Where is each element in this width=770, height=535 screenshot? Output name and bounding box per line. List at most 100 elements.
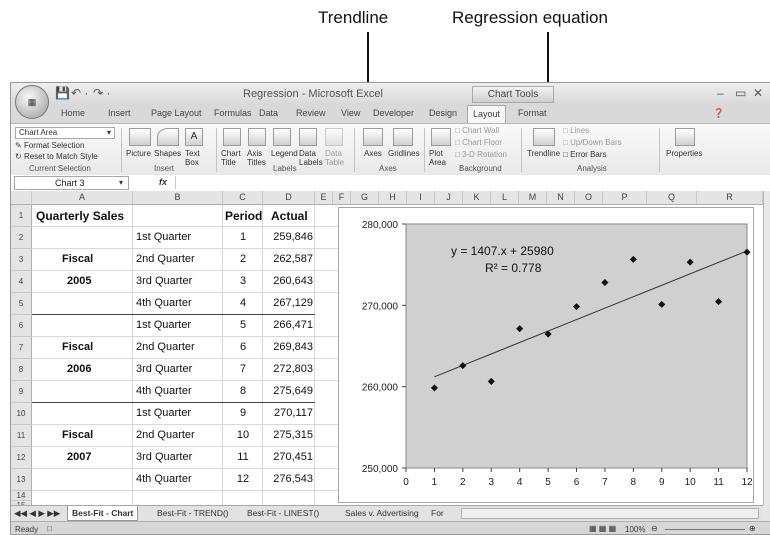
fiscal-year[interactable]: 2005	[67, 275, 91, 287]
column-header[interactable]: F	[333, 191, 351, 205]
view-normal-icon[interactable]: ▦ ▦ ▦	[589, 524, 616, 533]
actual-cell[interactable]: 262,587	[263, 253, 313, 265]
period-cell[interactable]: 1	[223, 231, 263, 243]
select-all-corner[interactable]	[11, 191, 32, 205]
period-cell[interactable]: 3	[223, 275, 263, 287]
data-labels-button[interactable]: Data Labels	[299, 149, 323, 167]
column-header[interactable]: A	[32, 191, 133, 205]
sheet-tab-best-fit-chart[interactable]: Best-Fit - Chart	[67, 506, 139, 521]
shapes-icon[interactable]	[157, 128, 179, 146]
tab-page-layout[interactable]: Page Layout	[151, 108, 202, 118]
fx-icon[interactable]: fx	[159, 177, 167, 187]
column-header[interactable]: P	[603, 191, 647, 205]
close-button[interactable]: ✕	[753, 86, 763, 100]
text-box-button[interactable]: Text Box	[185, 149, 205, 167]
zoom-out-icon[interactable]: ⊖	[651, 524, 658, 533]
column-header[interactable]: I	[407, 191, 435, 205]
picture-icon[interactable]	[129, 128, 151, 146]
data-table-button[interactable]: Data Table	[325, 149, 349, 167]
quarter-cell[interactable]: 3rd Quarter	[136, 275, 192, 287]
header-quarterly-sales[interactable]: Quarterly Sales	[36, 209, 124, 223]
minimize-button[interactable]: –	[717, 86, 724, 100]
column-header[interactable]: C	[223, 191, 263, 205]
chart-floor-button[interactable]: □ Chart Floor	[455, 138, 502, 147]
column-header[interactable]: G	[351, 191, 379, 205]
error-bars-button[interactable]: □ Error Bars	[563, 150, 607, 159]
fiscal-label[interactable]: Fiscal	[62, 341, 93, 353]
column-header[interactable]: O	[575, 191, 603, 205]
period-cell[interactable]: 10	[223, 429, 263, 441]
text-box-icon[interactable]: A	[185, 128, 203, 146]
actual-cell[interactable]: 259,846	[263, 231, 313, 243]
save-icon[interactable]: 💾	[55, 86, 70, 100]
row-header[interactable]: 13	[11, 469, 32, 491]
legend-button[interactable]: Legend	[271, 149, 298, 158]
zoom-in-icon[interactable]: ⊕	[749, 524, 756, 533]
chart-title-button[interactable]: Chart Title	[221, 149, 245, 167]
column-header[interactable]: H	[379, 191, 407, 205]
sheet-tab-best-fit-linest[interactable]: Best-Fit - LINEST()	[247, 508, 319, 518]
actual-cell[interactable]: 270,117	[263, 407, 313, 419]
office-button[interactable]: ▦	[15, 85, 49, 119]
quarter-cell[interactable]: 1st Quarter	[136, 231, 191, 243]
actual-cell[interactable]: 275,649	[263, 385, 313, 397]
header-period[interactable]: Period	[225, 209, 262, 223]
quarter-cell[interactable]: 2nd Quarter	[136, 341, 195, 353]
updown-bars-button[interactable]: □ Up/Down Bars	[563, 138, 622, 147]
actual-cell[interactable]: 260,643	[263, 275, 313, 287]
properties-icon[interactable]	[675, 128, 695, 146]
row-header[interactable]: 7	[11, 337, 32, 359]
row-header[interactable]: 3	[11, 249, 32, 271]
row-header[interactable]: 12	[11, 447, 32, 469]
period-cell[interactable]: 11	[223, 451, 263, 463]
actual-cell[interactable]: 269,843	[263, 341, 313, 353]
column-header[interactable]: E	[315, 191, 333, 205]
sheet-nav-arrows[interactable]: ◀◀ ◀ ▶ ▶▶	[14, 508, 60, 519]
tab-review[interactable]: Review	[296, 108, 326, 118]
actual-cell[interactable]: 272,803	[263, 363, 313, 375]
tab-data[interactable]: Data	[259, 108, 278, 118]
fiscal-label[interactable]: Fiscal	[62, 429, 93, 441]
fiscal-year[interactable]: 2006	[67, 363, 91, 375]
row-header[interactable]: 1	[11, 205, 32, 227]
header-actual[interactable]: Actual	[271, 209, 308, 223]
help-icon[interactable]: ❓	[713, 108, 724, 119]
period-cell[interactable]: 2	[223, 253, 263, 265]
period-cell[interactable]: 4	[223, 297, 263, 309]
axis-titles-icon[interactable]	[248, 128, 266, 146]
row-header[interactable]: 4	[11, 271, 32, 293]
tab-view[interactable]: View	[341, 108, 360, 118]
properties-button[interactable]: Properties	[666, 149, 702, 158]
period-cell[interactable]: 7	[223, 363, 263, 375]
row-header[interactable]: 11	[11, 425, 32, 447]
column-header[interactable]: Q	[647, 191, 697, 205]
axes-icon[interactable]	[363, 128, 383, 146]
period-cell[interactable]: 8	[223, 385, 263, 397]
tab-layout[interactable]: Layout	[467, 105, 507, 123]
quarter-cell[interactable]: 1st Quarter	[136, 407, 191, 419]
fiscal-year[interactable]: 2007	[67, 451, 91, 463]
column-header[interactable]: K	[463, 191, 491, 205]
vertical-scrollbar[interactable]	[763, 191, 770, 505]
actual-cell[interactable]: 270,451	[263, 451, 313, 463]
axis-titles-button[interactable]: Axis Titles	[247, 149, 271, 167]
format-selection-button[interactable]: ✎ Format Selection	[15, 141, 84, 150]
column-header[interactable]: L	[491, 191, 519, 205]
quarter-cell[interactable]: 1st Quarter	[136, 319, 191, 331]
quarter-cell[interactable]: 2nd Quarter	[136, 253, 195, 265]
row-header[interactable]: 6	[11, 315, 32, 337]
fiscal-label[interactable]: Fiscal	[62, 253, 93, 265]
data-labels-icon[interactable]	[299, 128, 317, 146]
macro-record-icon[interactable]: □	[47, 524, 52, 533]
quarter-cell[interactable]: 3rd Quarter	[136, 363, 192, 375]
zoom-slider[interactable]	[665, 529, 745, 530]
quarter-cell[interactable]: 2nd Quarter	[136, 429, 195, 441]
tab-insert[interactable]: Insert	[108, 108, 131, 118]
plot-area-icon[interactable]	[431, 128, 451, 146]
sheet-tab-for[interactable]: For	[431, 508, 444, 518]
period-cell[interactable]: 12	[223, 473, 263, 485]
period-cell[interactable]: 5	[223, 319, 263, 331]
row-header[interactable]: 9	[11, 381, 32, 403]
reset-style-button[interactable]: ↻ Reset to Match Style	[15, 152, 98, 161]
quarter-cell[interactable]: 4th Quarter	[136, 297, 192, 309]
